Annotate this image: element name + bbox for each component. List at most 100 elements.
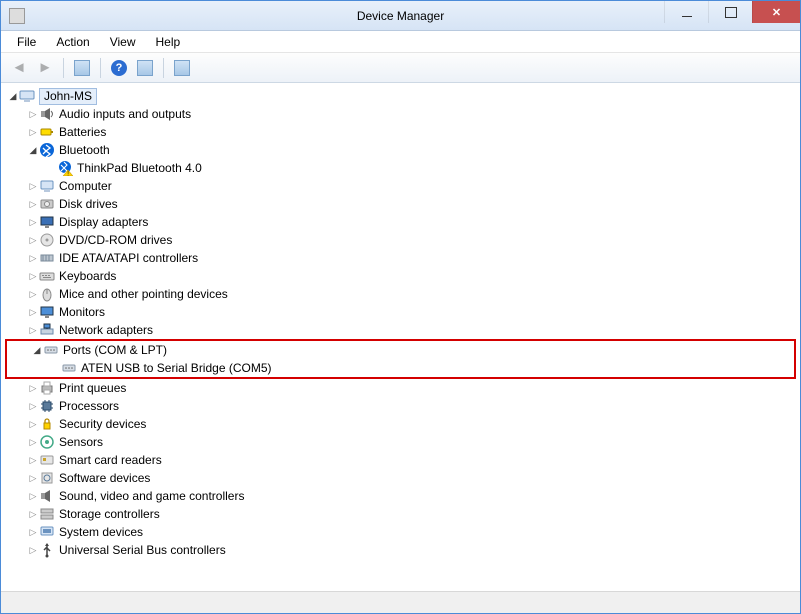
- tree-category[interactable]: ▷ Monitors: [3, 303, 798, 321]
- toolbar-separator: [63, 58, 64, 78]
- tree-root[interactable]: ◢ John-MS: [3, 87, 798, 105]
- bluetooth-warn-icon: !: [57, 160, 73, 176]
- expander-icon[interactable]: ▷: [27, 433, 39, 451]
- tree-item-label: Computer: [59, 177, 112, 195]
- tree-category[interactable]: ▷ IDE ATA/ATAPI controllers: [3, 249, 798, 267]
- expander-icon[interactable]: ▷: [27, 249, 39, 267]
- tree-item-label: Batteries: [59, 123, 106, 141]
- tree-item-label: Security devices: [59, 415, 146, 433]
- computer-icon: [19, 88, 35, 104]
- expander-icon[interactable]: ▷: [27, 105, 39, 123]
- tree-item-label: IDE ATA/ATAPI controllers: [59, 249, 198, 267]
- properties-button[interactable]: [133, 56, 157, 80]
- app-icon: [9, 8, 25, 24]
- cpu-icon: [39, 398, 55, 414]
- tree-category[interactable]: ▷ Computer: [3, 177, 798, 195]
- security-icon: [39, 416, 55, 432]
- tree-device[interactable]: ! ThinkPad Bluetooth 4.0: [3, 159, 798, 177]
- forward-button[interactable]: ►: [33, 56, 57, 80]
- tree-category[interactable]: ▷ Print queues: [3, 379, 798, 397]
- tree-category[interactable]: ▷ Display adapters: [3, 213, 798, 231]
- tree-item-label: Print queues: [59, 379, 126, 397]
- toolbar-separator: [100, 58, 101, 78]
- expander-icon[interactable]: ▷: [27, 285, 39, 303]
- expander-icon[interactable]: ▷: [27, 231, 39, 249]
- expander-icon[interactable]: ▷: [27, 541, 39, 559]
- tree-item-label: Smart card readers: [59, 451, 162, 469]
- expander-icon[interactable]: ◢: [27, 141, 39, 159]
- port-icon: [61, 360, 77, 376]
- software-icon: [39, 470, 55, 486]
- titlebar: Device Manager: [1, 1, 800, 31]
- tree-category[interactable]: ▷ Mice and other pointing devices: [3, 285, 798, 303]
- highlight-annotation: ◢ Ports (COM & LPT) ATEN USB to Serial B…: [5, 339, 796, 379]
- keyboard-icon: [39, 268, 55, 284]
- tree-category[interactable]: ▷ Universal Serial Bus controllers: [3, 541, 798, 559]
- tree-category[interactable]: ◢ Bluetooth: [3, 141, 798, 159]
- tree-category[interactable]: ▷ DVD/CD-ROM drives: [3, 231, 798, 249]
- tree-category[interactable]: ▷ System devices: [3, 523, 798, 541]
- tree-device[interactable]: ATEN USB to Serial Bridge (COM5): [7, 359, 794, 377]
- help-icon: ?: [111, 60, 127, 76]
- expander-icon[interactable]: ▷: [27, 321, 39, 339]
- tree-category[interactable]: ▷ Sensors: [3, 433, 798, 451]
- expander-icon[interactable]: ◢: [31, 341, 43, 359]
- expander-icon[interactable]: ◢: [7, 87, 19, 105]
- expander-icon[interactable]: ▷: [27, 303, 39, 321]
- tree-category[interactable]: ▷ Processors: [3, 397, 798, 415]
- close-button[interactable]: [752, 1, 800, 23]
- expander-icon[interactable]: ▷: [27, 523, 39, 541]
- device-tree[interactable]: ◢ John-MS ▷ Audio inputs and outputs ▷ B…: [1, 83, 800, 591]
- tree-category[interactable]: ▷ Disk drives: [3, 195, 798, 213]
- tree-category[interactable]: ◢ Ports (COM & LPT): [7, 341, 794, 359]
- menu-view[interactable]: View: [100, 33, 146, 51]
- expander-icon[interactable]: ▷: [27, 177, 39, 195]
- tree-root-label: John-MS: [39, 88, 97, 105]
- tree-category[interactable]: ▷ Sound, video and game controllers: [3, 487, 798, 505]
- tree-item-label: ATEN USB to Serial Bridge (COM5): [81, 359, 272, 377]
- statusbar: [1, 591, 800, 613]
- help-button[interactable]: ?: [107, 56, 131, 80]
- expander-icon[interactable]: ▷: [27, 379, 39, 397]
- expander-icon[interactable]: ▷: [27, 505, 39, 523]
- expander-icon[interactable]: ▷: [27, 123, 39, 141]
- scan-button[interactable]: [170, 56, 194, 80]
- menubar: File Action View Help: [1, 31, 800, 53]
- tree-category[interactable]: ▷ Audio inputs and outputs: [3, 105, 798, 123]
- disk-icon: [39, 196, 55, 212]
- tree-category[interactable]: ▷ Batteries: [3, 123, 798, 141]
- tree-item-label: Sensors: [59, 433, 103, 451]
- expander-icon[interactable]: ▷: [27, 213, 39, 231]
- show-hidden-button[interactable]: [70, 56, 94, 80]
- tree-category[interactable]: ▷ Network adapters: [3, 321, 798, 339]
- expander-icon[interactable]: ▷: [27, 415, 39, 433]
- computer-icon: [39, 178, 55, 194]
- properties-icon: [137, 60, 153, 76]
- bluetooth-icon: [39, 142, 55, 158]
- menu-file[interactable]: File: [7, 33, 46, 51]
- menu-action[interactable]: Action: [46, 33, 99, 51]
- expander-icon[interactable]: ▷: [27, 487, 39, 505]
- tree-item-label: System devices: [59, 523, 143, 541]
- tree-item-label: Processors: [59, 397, 119, 415]
- minimize-button[interactable]: [664, 1, 708, 23]
- menu-help[interactable]: Help: [146, 33, 191, 51]
- expander-icon[interactable]: ▷: [27, 195, 39, 213]
- tree-category[interactable]: ▷ Keyboards: [3, 267, 798, 285]
- tree-category[interactable]: ▷ Storage controllers: [3, 505, 798, 523]
- tree-category[interactable]: ▷ Smart card readers: [3, 451, 798, 469]
- tree-category[interactable]: ▷ Software devices: [3, 469, 798, 487]
- smartcard-icon: [39, 452, 55, 468]
- mouse-icon: [39, 286, 55, 302]
- maximize-button[interactable]: [708, 1, 752, 23]
- tree-category[interactable]: ▷ Security devices: [3, 415, 798, 433]
- expander-icon[interactable]: ▷: [27, 451, 39, 469]
- back-button[interactable]: ◄: [7, 56, 31, 80]
- toolbar-separator: [163, 58, 164, 78]
- window-title: Device Manager: [357, 9, 444, 23]
- sound-icon: [39, 488, 55, 504]
- show-hidden-icon: [74, 60, 90, 76]
- expander-icon[interactable]: ▷: [27, 267, 39, 285]
- expander-icon[interactable]: ▷: [27, 397, 39, 415]
- expander-icon[interactable]: ▷: [27, 469, 39, 487]
